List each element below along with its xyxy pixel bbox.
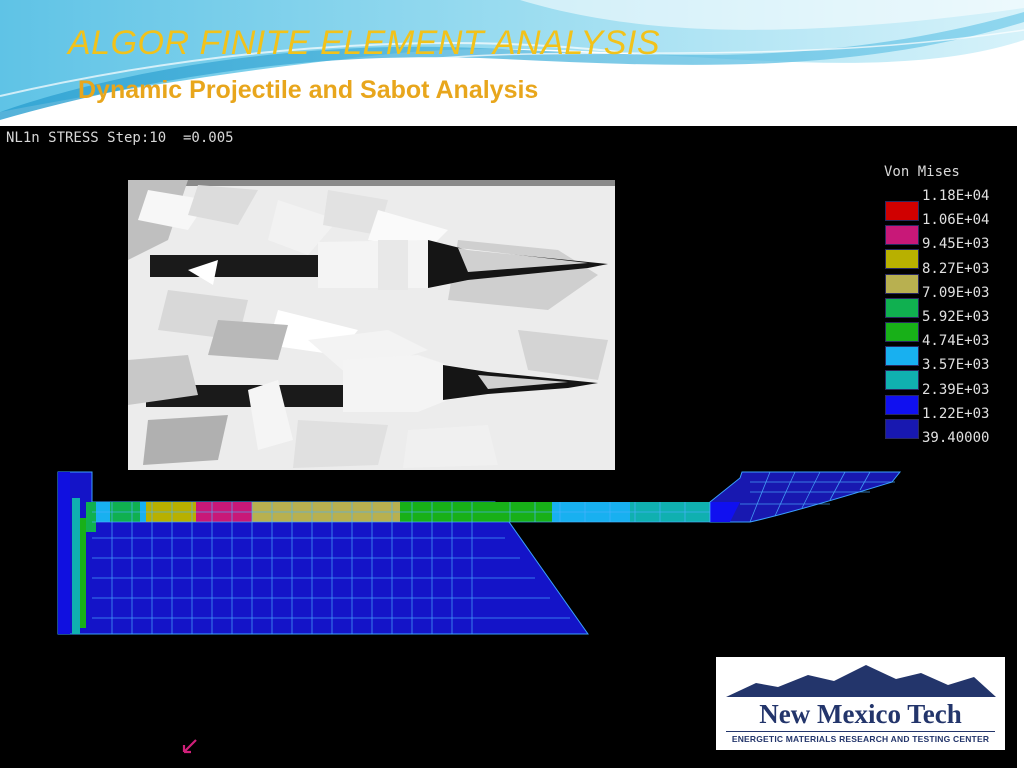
legend-swatch — [885, 321, 919, 342]
slide-title: ALGOR FINITE ELEMENT ANALYSIS — [68, 24, 661, 62]
legend-value: 5.92E+03 — [922, 308, 990, 325]
legend-swatch — [885, 201, 919, 221]
legend-value: 4.74E+03 — [922, 333, 990, 350]
legend-swatch — [885, 297, 919, 318]
legend-swatch — [885, 249, 919, 270]
sabot-discard-photo — [128, 180, 615, 470]
legend-value: 3.57E+03 — [922, 357, 990, 374]
legend-value: 1.06E+04 — [922, 212, 990, 229]
legend-swatch — [885, 418, 919, 439]
simulation-status-line: NL1n STRESS Step:10 =0.005 — [6, 130, 234, 146]
logo-divider — [726, 731, 995, 732]
legend-swatch — [885, 225, 919, 246]
legend-swatch — [885, 370, 919, 391]
legend-value: 1.18E+04 — [922, 188, 990, 204]
slide-subtitle: Dynamic Projectile and Sabot Analysis — [78, 76, 539, 104]
legend-value: 7.09E+03 — [922, 284, 990, 301]
fea-mesh — [57, 471, 902, 635]
logo-name: New Mexico Tech — [759, 699, 962, 729]
legend-title: Von Mises — [884, 164, 960, 180]
legend-swatch — [885, 346, 919, 367]
header-swoosh-background — [0, 0, 1024, 120]
new-mexico-tech-logo: New Mexico Tech ENERGETIC MATERIALS RESE… — [716, 657, 1005, 750]
legend-value: 2.39E+03 — [922, 381, 990, 398]
logo-tagline: ENERGETIC MATERIALS RESEARCH AND TESTING… — [731, 734, 990, 744]
pointer-arrow-icon — [182, 739, 197, 754]
mountain-logo-icon — [726, 665, 996, 697]
legend-value: 8.27E+03 — [922, 260, 990, 277]
legend-swatch — [885, 394, 919, 415]
legend-value: 9.45E+03 — [922, 236, 990, 253]
legend-value: 1.22E+03 — [922, 405, 990, 422]
legend-swatch — [885, 273, 919, 294]
legend-value: 39.40000 — [922, 429, 990, 446]
